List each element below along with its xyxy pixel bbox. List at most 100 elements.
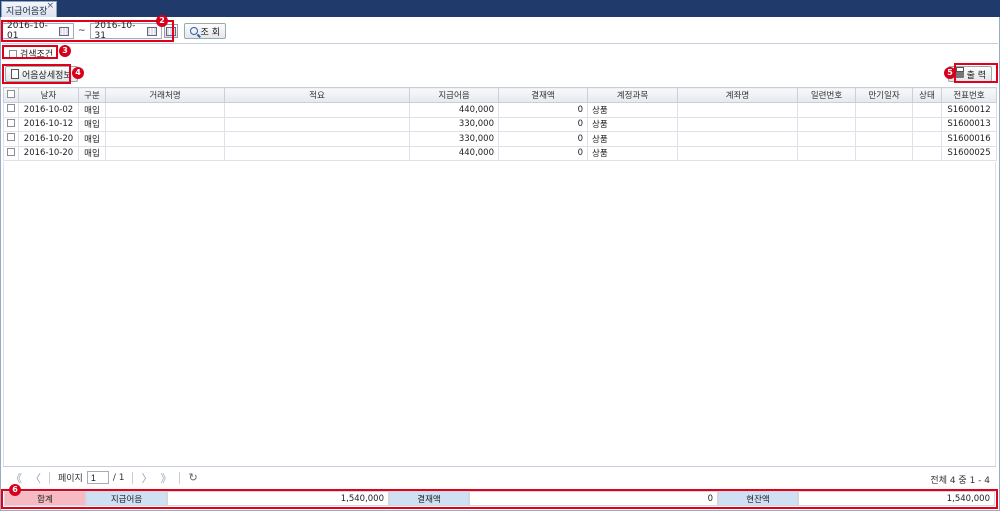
cell-summary <box>224 131 410 147</box>
cell-due-date <box>855 102 913 118</box>
refresh-icon[interactable]: ↻ <box>188 471 197 484</box>
marker-6: 6 <box>9 484 21 496</box>
search-icon <box>189 27 198 35</box>
cell-voucher-no: S1600012 <box>941 102 997 118</box>
cell-type: 매입 <box>78 116 106 132</box>
last-page-icon[interactable]: 》 <box>160 470 171 486</box>
row-select-cell[interactable] <box>3 131 19 147</box>
header-summary[interactable]: 적요 <box>224 87 410 103</box>
grid-empty-area <box>3 162 996 466</box>
tab-payable-notes[interactable]: 지급어음장 × <box>1 1 57 17</box>
row-checkbox[interactable] <box>7 118 15 127</box>
pagination-bar: 《 〈 페이지 / 1 〉 》 ↻ 전체 4 중 1 - 4 <box>3 466 996 488</box>
marker-3: 3 <box>59 45 71 57</box>
grid-header-row: 날자 구분 거래처명 적요 지급어음 결재액 계정과목 계좌명 일련번호 만기일… <box>3 87 997 103</box>
cell-summary <box>224 102 410 118</box>
first-page-icon[interactable]: 《 <box>11 470 22 486</box>
cell-account-subject: 상품 <box>587 102 678 118</box>
header-type[interactable]: 구분 <box>78 87 106 103</box>
cell-paid-amount: 0 <box>498 116 588 132</box>
cell-account-name <box>677 102 798 118</box>
header-status[interactable]: 상태 <box>912 87 942 103</box>
header-bill-amount[interactable]: 지급어음 <box>409 87 499 103</box>
row-checkbox[interactable] <box>7 147 15 156</box>
cell-status <box>912 116 942 132</box>
cell-status <box>912 145 942 161</box>
next-page-icon[interactable]: 〉 <box>141 470 152 486</box>
cell-account-name <box>677 116 798 132</box>
row-checkbox[interactable] <box>7 133 15 142</box>
page-number-input[interactable] <box>86 471 109 484</box>
cell-serial-no <box>797 116 856 132</box>
cell-status <box>912 102 942 118</box>
cell-voucher-no: S1600016 <box>941 131 997 147</box>
cell-type: 매입 <box>78 145 106 161</box>
search-button[interactable]: 조 회 <box>183 23 226 39</box>
marker-5: 5 <box>944 67 956 79</box>
pager-divider <box>132 471 134 484</box>
marker-4: 4 <box>72 67 84 79</box>
cell-due-date <box>855 116 913 132</box>
header-account-name[interactable]: 계좌명 <box>677 87 798 103</box>
tab-bar: 지급어음장 × <box>0 0 1000 17</box>
cell-due-date <box>855 145 913 161</box>
cell-paid-amount: 0 <box>498 145 588 161</box>
cell-client <box>105 131 225 147</box>
cell-bill-amount: 440,000 <box>409 102 499 118</box>
row-checkbox[interactable] <box>7 104 15 113</box>
divider <box>2 43 998 44</box>
prev-page-icon[interactable]: 〈 <box>30 470 41 486</box>
cell-status <box>912 131 942 147</box>
pager-divider <box>179 471 181 484</box>
cell-bill-amount: 440,000 <box>409 145 499 161</box>
page-total: / 1 <box>112 472 125 483</box>
cell-client <box>105 145 225 161</box>
cell-account-name <box>677 145 798 161</box>
pager-divider <box>49 471 50 484</box>
cell-date: 2016-10-20 <box>18 131 79 147</box>
cell-date: 2016-10-12 <box>18 116 79 132</box>
tab-title: 지급어음장 <box>6 7 48 17</box>
cell-type: 매입 <box>78 131 106 147</box>
header-date[interactable]: 날자 <box>18 87 79 103</box>
cell-bill-amount: 330,000 <box>409 116 499 132</box>
row-select-cell[interactable] <box>3 102 19 118</box>
select-all-checkbox[interactable] <box>7 89 15 98</box>
header-paid-amount[interactable]: 결재액 <box>498 87 588 103</box>
header-serial-no[interactable]: 일련번호 <box>797 87 856 103</box>
highlight-box-totals <box>1 489 998 509</box>
cell-account-subject: 상품 <box>587 145 678 161</box>
marker-2: 2 <box>156 15 168 27</box>
header-due-date[interactable]: 만기일자 <box>855 87 913 103</box>
highlight-box-date-filter <box>1 20 174 42</box>
search-button-label: 조 회 <box>200 27 220 38</box>
highlight-box-detail <box>2 64 71 84</box>
cell-paid-amount: 0 <box>498 131 588 147</box>
cell-serial-no <box>797 102 856 118</box>
table-row[interactable]: 2016-10-20 매입 330,000 0 상품 S1600016 <box>3 131 997 147</box>
cell-type: 매입 <box>78 102 106 118</box>
cell-account-subject: 상품 <box>587 116 678 132</box>
cell-date: 2016-10-20 <box>18 145 79 161</box>
cell-summary <box>224 145 410 161</box>
cell-serial-no <box>797 145 856 161</box>
cell-account-name <box>677 131 798 147</box>
table-row[interactable]: 2016-10-20 매입 440,000 0 상품 S1600025 <box>3 145 997 161</box>
header-select-all[interactable] <box>3 87 19 103</box>
cell-bill-amount: 330,000 <box>409 131 499 147</box>
cell-voucher-no: S1600013 <box>941 116 997 132</box>
cell-paid-amount: 0 <box>498 102 588 118</box>
page-label: 페이지 <box>58 474 83 484</box>
cell-date: 2016-10-02 <box>18 102 79 118</box>
tab-close-icon[interactable]: × <box>46 1 54 11</box>
record-count-info: 전체 4 중 1 - 4 <box>930 476 990 486</box>
header-account-subject[interactable]: 계정과목 <box>587 87 678 103</box>
table-row[interactable]: 2016-10-02 매입 440,000 0 상품 S1600012 <box>3 102 997 118</box>
highlight-box-print <box>954 63 998 83</box>
header-client[interactable]: 거래처명 <box>105 87 225 103</box>
row-select-cell[interactable] <box>3 116 19 132</box>
table-row[interactable]: 2016-10-12 매입 330,000 0 상품 S1600013 <box>3 116 997 132</box>
cell-voucher-no: S1600025 <box>941 145 997 161</box>
header-voucher-no[interactable]: 전표번호 <box>941 87 997 103</box>
row-select-cell[interactable] <box>3 145 19 161</box>
